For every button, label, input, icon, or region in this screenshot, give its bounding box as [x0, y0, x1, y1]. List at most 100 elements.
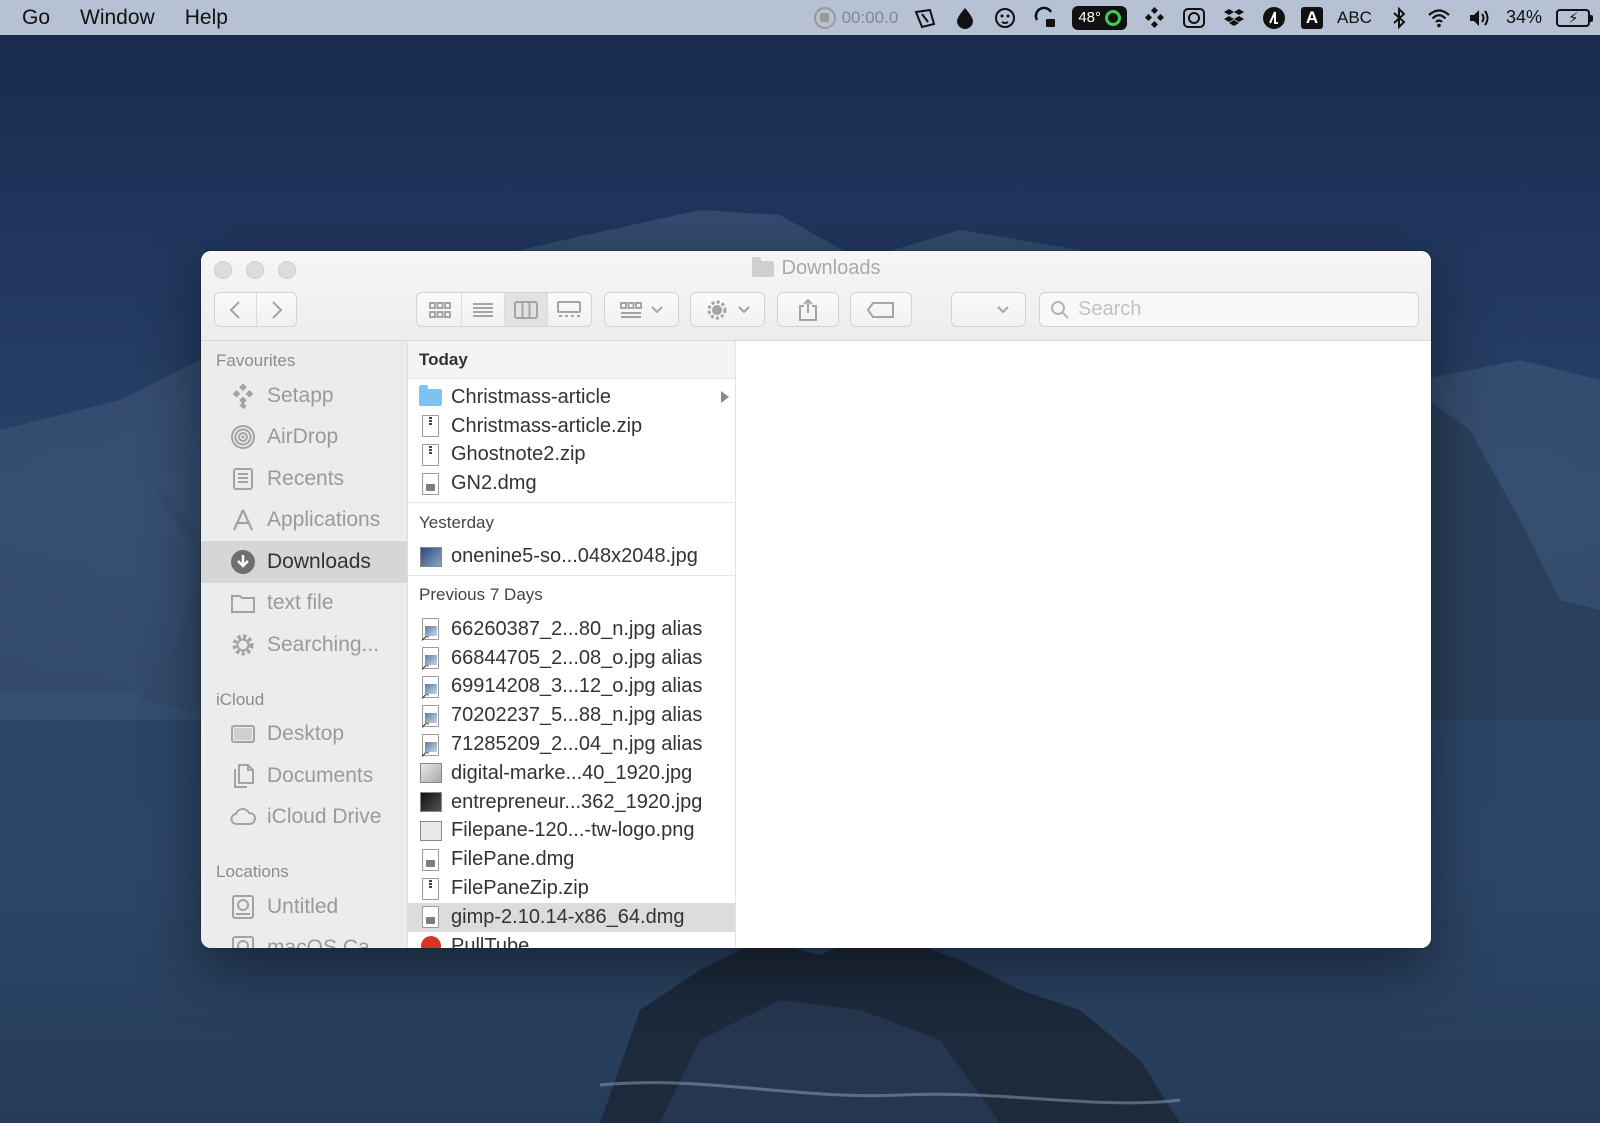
- keyboard-icon[interactable]: A: [1301, 6, 1323, 29]
- sidebar-item-macos[interactable]: macOS Ca...: [201, 928, 407, 948]
- wifi-icon[interactable]: [1426, 5, 1452, 31]
- bluetooth-icon[interactable]: [1386, 5, 1412, 31]
- sidebar-item-documents[interactable]: Documents: [201, 755, 407, 797]
- file-row[interactable]: Filepane-120...-tw-logo.png: [408, 817, 735, 846]
- file-row[interactable]: digital-marke...40_1920.jpg: [408, 759, 735, 788]
- file-row[interactable]: 66260387_2...80_n.jpg alias: [408, 615, 735, 645]
- folder-icon: [229, 589, 257, 617]
- title-bar: Downloads: [201, 251, 1431, 341]
- file-row[interactable]: FilePaneZip.zip: [408, 874, 735, 903]
- sidebar-item-label: macOS Ca...: [267, 936, 388, 948]
- sidebar-item-label: AirDrop: [267, 425, 339, 449]
- setapp-icon: [229, 382, 257, 410]
- sidebar-item-desktop[interactable]: Desktop: [201, 714, 407, 756]
- sidebar-item-recents[interactable]: Recents: [201, 458, 407, 500]
- file-name: FilePaneZip.zip: [451, 877, 589, 900]
- dmg-file-icon: [419, 905, 442, 929]
- disk-icon: [229, 934, 257, 948]
- alias-file-icon: [419, 704, 442, 731]
- app-icon[interactable]: [1261, 5, 1287, 31]
- sidebar-item-label: iCloud Drive: [267, 805, 382, 829]
- column-view-button[interactable]: [504, 293, 547, 326]
- sidebar-item-icloud-drive[interactable]: iCloud Drive: [201, 797, 407, 839]
- file-row[interactable]: 66844705_2...08_o.jpg alias: [408, 644, 735, 674]
- disk-icon: [229, 893, 257, 921]
- weather-icon[interactable]: 48°: [1072, 5, 1127, 30]
- lock-icon[interactable]: [1032, 5, 1058, 31]
- image-file-icon: [419, 819, 442, 843]
- list-icon: [473, 302, 493, 317]
- sidebar-item-text-file[interactable]: text file: [201, 583, 407, 625]
- monkey-icon[interactable]: [992, 5, 1018, 31]
- share-icon: [799, 298, 817, 321]
- sidebar-item-downloads[interactable]: Downloads: [201, 541, 407, 583]
- forward-button[interactable]: [255, 293, 297, 326]
- menu-window[interactable]: Window: [80, 6, 155, 30]
- screenshot-icon[interactable]: [1181, 5, 1207, 31]
- file-row[interactable]: onenine5-so...048x2048.jpg: [408, 542, 735, 571]
- sidebar-section-locations: Locations: [216, 862, 289, 881]
- file-row[interactable]: entrepreneur...362_1920.jpg: [408, 788, 735, 817]
- dmg-file-icon: [419, 472, 442, 496]
- record-icon: [813, 6, 836, 29]
- action-button[interactable]: [690, 292, 765, 327]
- group-by-button[interactable]: [604, 292, 679, 327]
- downloads-icon: [229, 548, 257, 576]
- file-name: 66844705_2...08_o.jpg alias: [451, 646, 703, 669]
- dropbox-icon[interactable]: [1221, 5, 1247, 31]
- file-name: FilePane.dmg: [451, 848, 575, 871]
- pen-icon[interactable]: [912, 5, 938, 31]
- search-icon: [1051, 300, 1069, 319]
- battery-icon[interactable]: ⚡: [1556, 8, 1593, 27]
- alias-file-icon: [419, 733, 442, 760]
- icon-view-button[interactable]: [418, 293, 461, 326]
- file-row[interactable]: FilePane.dmg: [408, 845, 735, 874]
- file-row[interactable]: 69914208_3...12_o.jpg alias: [408, 673, 735, 702]
- alias-file-icon: [419, 617, 442, 644]
- tag-icon: [866, 301, 894, 318]
- sidebar-item-airdrop[interactable]: AirDrop: [201, 417, 407, 459]
- sidebar-item-applications[interactable]: Applications: [201, 500, 407, 542]
- menu-help[interactable]: Help: [185, 6, 228, 30]
- input-source[interactable]: ABC: [1337, 8, 1372, 28]
- file-row-selected[interactable]: gimp-2.10.14-x86_64.dmg: [408, 902, 735, 932]
- sidebar-item-searching[interactable]: Searching...: [201, 624, 407, 666]
- list-view-button[interactable]: [461, 293, 504, 326]
- share-button[interactable]: [777, 292, 839, 327]
- file-row[interactable]: Ghostnote2.zip: [408, 441, 735, 470]
- timer-text: 00:00.0: [841, 7, 899, 27]
- file-row[interactable]: GN2.dmg: [408, 469, 735, 498]
- battery-percentage: 34%: [1505, 7, 1542, 27]
- image-file-icon: [419, 761, 442, 785]
- sidebar-item-untitled[interactable]: Untitled: [201, 886, 407, 928]
- file-row[interactable]: Christmass-article.zip: [408, 412, 735, 441]
- preview-pane: [736, 341, 1431, 948]
- file-row[interactable]: PullTube: [408, 932, 735, 948]
- drop-icon[interactable]: [952, 5, 978, 31]
- back-button[interactable]: [215, 293, 256, 326]
- file-name: digital-marke...40_1920.jpg: [451, 761, 693, 784]
- path-dropdown[interactable]: [951, 292, 1026, 327]
- search-input[interactable]: [1078, 298, 1398, 321]
- status-menu-area: 00:00.0 48° A ABC 34% ⚡: [813, 0, 1593, 35]
- tag-button[interactable]: [850, 292, 912, 327]
- columns-icon: [514, 300, 538, 319]
- sidebar-item-setapp[interactable]: Setapp: [201, 375, 407, 417]
- volume-icon[interactable]: [1466, 5, 1492, 31]
- gallery-view-button[interactable]: [547, 293, 590, 326]
- chevron-left-icon: [229, 300, 240, 319]
- file-name: Filepane-120...-tw-logo.png: [451, 819, 695, 842]
- search-field[interactable]: [1039, 292, 1419, 327]
- chevron-down-icon: [650, 305, 663, 313]
- setapp-icon[interactable]: [1141, 5, 1167, 31]
- file-row[interactable]: Christmass-article: [408, 383, 735, 412]
- downloads-column: Today Christmass-article Christmass-arti…: [408, 341, 736, 948]
- menu-go[interactable]: Go: [22, 6, 50, 30]
- zip-file-icon: [419, 414, 442, 438]
- file-name: 69914208_3...12_o.jpg alias: [451, 675, 703, 698]
- sidebar-item-label: Downloads: [267, 549, 371, 573]
- recording-timer[interactable]: 00:00.0: [813, 6, 899, 29]
- file-row[interactable]: 71285209_2...04_n.jpg alias: [408, 730, 735, 760]
- sidebar-item-label: Searching...: [267, 632, 380, 656]
- file-row[interactable]: 70202237_5...88_n.jpg alias: [408, 701, 735, 731]
